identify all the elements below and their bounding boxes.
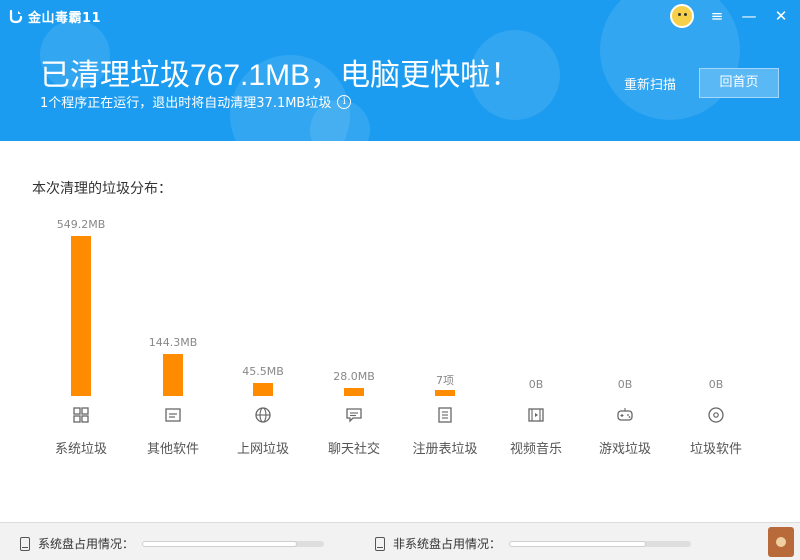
disk-usage-footer: 系统盘占用情况： 非系统盘占用情况：	[0, 522, 800, 560]
bar-value-label: 549.2MB	[56, 218, 106, 231]
globe-icon	[254, 406, 272, 424]
chart-column: 549.2MB 系统垃圾	[36, 210, 126, 470]
minimize-icon[interactable]: —	[740, 7, 758, 25]
other-disk-bar-fill	[509, 540, 647, 547]
chart-column: 144.3MB 其他软件	[128, 210, 218, 470]
bar-value-label: 0B	[617, 378, 633, 391]
chart-column: 0B 垃圾软件	[671, 210, 761, 470]
system-disk-usage: 系统盘占用情况：	[20, 535, 325, 552]
disk-icon	[20, 536, 30, 551]
app-logo: 金山毒霸11	[8, 6, 101, 26]
bar-value-label: 0B	[528, 378, 544, 391]
disc-icon	[707, 406, 725, 424]
bar-value-label: 144.3MB	[148, 336, 198, 349]
app-title: 金山毒霸11	[28, 10, 102, 26]
close-icon[interactable]: ✕	[772, 7, 790, 25]
chat-icon	[345, 406, 363, 424]
chart-bar	[253, 383, 273, 396]
menu-icon[interactable]: ≡	[708, 7, 726, 25]
chart-column: 28.0MB 聊天社交	[309, 210, 399, 470]
chart-column: 7项 注册表垃圾	[400, 210, 490, 470]
chart-bar	[163, 354, 183, 396]
other-disk-bar	[509, 540, 692, 547]
other-disk-label: 非系统盘占用情况：	[393, 537, 502, 551]
bar-value-label: 45.5MB	[242, 365, 284, 378]
chart-bar	[435, 390, 455, 396]
category-label: 垃圾软件	[689, 442, 742, 457]
chart-bar	[71, 236, 91, 396]
page-title: 已清理垃圾767.1MB，电脑更快啦！	[40, 59, 521, 92]
windows-icon	[72, 406, 90, 424]
bar-value-label: 28.0MB	[333, 370, 375, 383]
window-controls: ≡ — ✕	[670, 4, 790, 28]
chart-column: 0B 游戏垃圾	[580, 210, 670, 470]
kingsoft-logo-icon	[9, 9, 23, 24]
bar-value-label: 7项	[436, 374, 454, 387]
junk-distribution-chart: 549.2MB 系统垃圾 144.3MB 其他软件 45.5MB 上网垃圾 28.0MB 聊天…	[0, 210, 800, 470]
chart-column: 0B 视频音乐	[491, 210, 581, 470]
system-disk-label: 系统盘占用情况：	[38, 537, 135, 551]
running-programs-note: 1个程序正在运行，退出时将自动清理37.1MB垃圾 i	[40, 92, 352, 111]
app-window-icon	[164, 406, 182, 424]
bar-value-label: 0B	[708, 378, 724, 391]
info-icon[interactable]: i	[337, 94, 352, 109]
video-icon	[527, 406, 545, 424]
running-programs-text: 1个程序正在运行，退出时将自动清理37.1MB垃圾	[40, 96, 332, 111]
gamepad-icon	[616, 406, 634, 424]
header-banner: 金山毒霸11 ≡ — ✕ 已清理垃圾767.1MB，电脑更快啦！ 1个程序正在运…	[0, 0, 800, 141]
system-disk-bar	[142, 540, 325, 547]
registry-list-icon	[436, 406, 454, 424]
chart-column: 45.5MB 上网垃圾	[218, 210, 308, 470]
other-disk-usage: 非系统盘占用情况：	[375, 535, 692, 552]
user-avatar[interactable]	[670, 4, 694, 28]
chart-bar	[344, 388, 364, 396]
rescan-link[interactable]: 重新扫描	[624, 74, 676, 93]
distribution-title: 本次清理的垃圾分布：	[32, 181, 172, 197]
home-button[interactable]: 回首页	[699, 68, 779, 98]
mascot-icon[interactable]	[768, 527, 794, 557]
disk-icon	[375, 536, 385, 551]
system-disk-bar-fill	[142, 540, 298, 547]
